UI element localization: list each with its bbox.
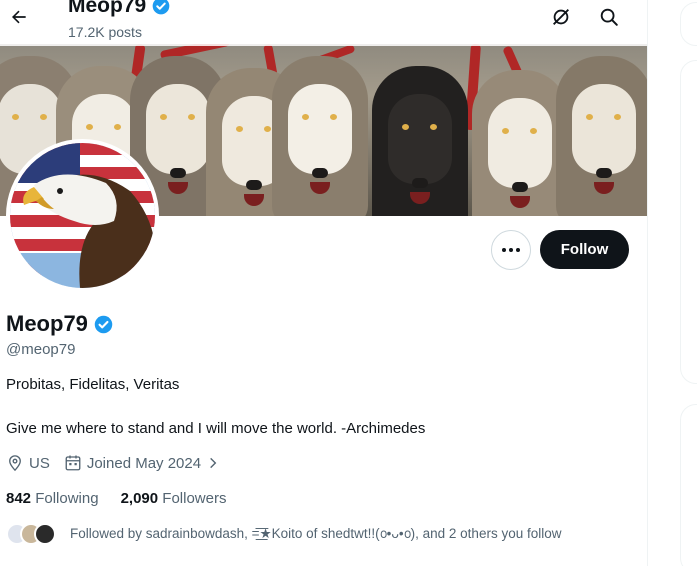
right-sidebar-card — [680, 60, 697, 384]
profile-name-row: Meop79 — [6, 311, 114, 337]
verified-badge-icon — [152, 0, 170, 15]
search-button[interactable] — [594, 2, 624, 32]
followers-link[interactable]: 2,090 Followers — [121, 490, 227, 507]
profile-handle: @meop79 — [6, 341, 76, 358]
follow-counts: 842 Following 2,090 Followers — [6, 490, 226, 507]
verified-badge-icon[interactable] — [93, 314, 114, 335]
joined-date[interactable]: Joined May 2024 — [64, 454, 220, 472]
more-options-button[interactable] — [491, 230, 531, 270]
joined-text: Joined May 2024 — [86, 454, 202, 472]
follower-avatar — [34, 523, 56, 545]
mute-button[interactable] — [546, 2, 576, 32]
followers-label: Followers — [162, 490, 227, 507]
right-sidebar-search[interactable] — [680, 2, 697, 46]
location-icon — [9, 455, 21, 472]
followers-count: 2,090 — [120, 490, 159, 507]
chevron-right-icon — [210, 457, 217, 469]
following-count: 842 — [6, 490, 32, 507]
profile-page: Meop79 17.2K posts Follow Meop79 @meop79… — [0, 0, 647, 566]
location: US — [6, 454, 50, 472]
following-link[interactable]: 842 Following — [6, 490, 99, 507]
profile-bio: Probitas, Fidelitas, Veritas — [6, 376, 180, 393]
profile-meta: US Joined May 2024 — [6, 454, 234, 472]
display-name: Meop79 — [6, 311, 88, 336]
followed-by[interactable]: Followed by sadrainbowdash, =͟͟͞͞★Koito … — [6, 523, 561, 545]
right-sidebar-card — [680, 404, 697, 566]
back-arrow-icon — [12, 10, 26, 24]
search-icon — [600, 8, 618, 26]
header-title: Meop79 — [68, 0, 171, 18]
profile-avatar[interactable] — [6, 139, 159, 292]
mute-icon — [553, 9, 569, 25]
follow-button[interactable]: Follow — [540, 230, 629, 269]
following-label: Following — [35, 490, 99, 507]
back-button[interactable] — [4, 2, 34, 32]
profile-quote: Give me where to stand and I will move t… — [6, 420, 426, 437]
eagle-flag-image — [10, 143, 155, 288]
header-name: Meop79 — [68, 0, 147, 17]
followed-by-text: Followed by sadrainbowdash, =͟͟͞͞★Koito … — [70, 526, 562, 541]
profile-header-bar: Meop79 17.2K posts — [0, 0, 647, 46]
location-text: US — [29, 454, 50, 472]
more-icon — [502, 248, 506, 252]
calendar-icon — [65, 455, 81, 471]
posts-count: 17.2K posts — [68, 24, 142, 40]
